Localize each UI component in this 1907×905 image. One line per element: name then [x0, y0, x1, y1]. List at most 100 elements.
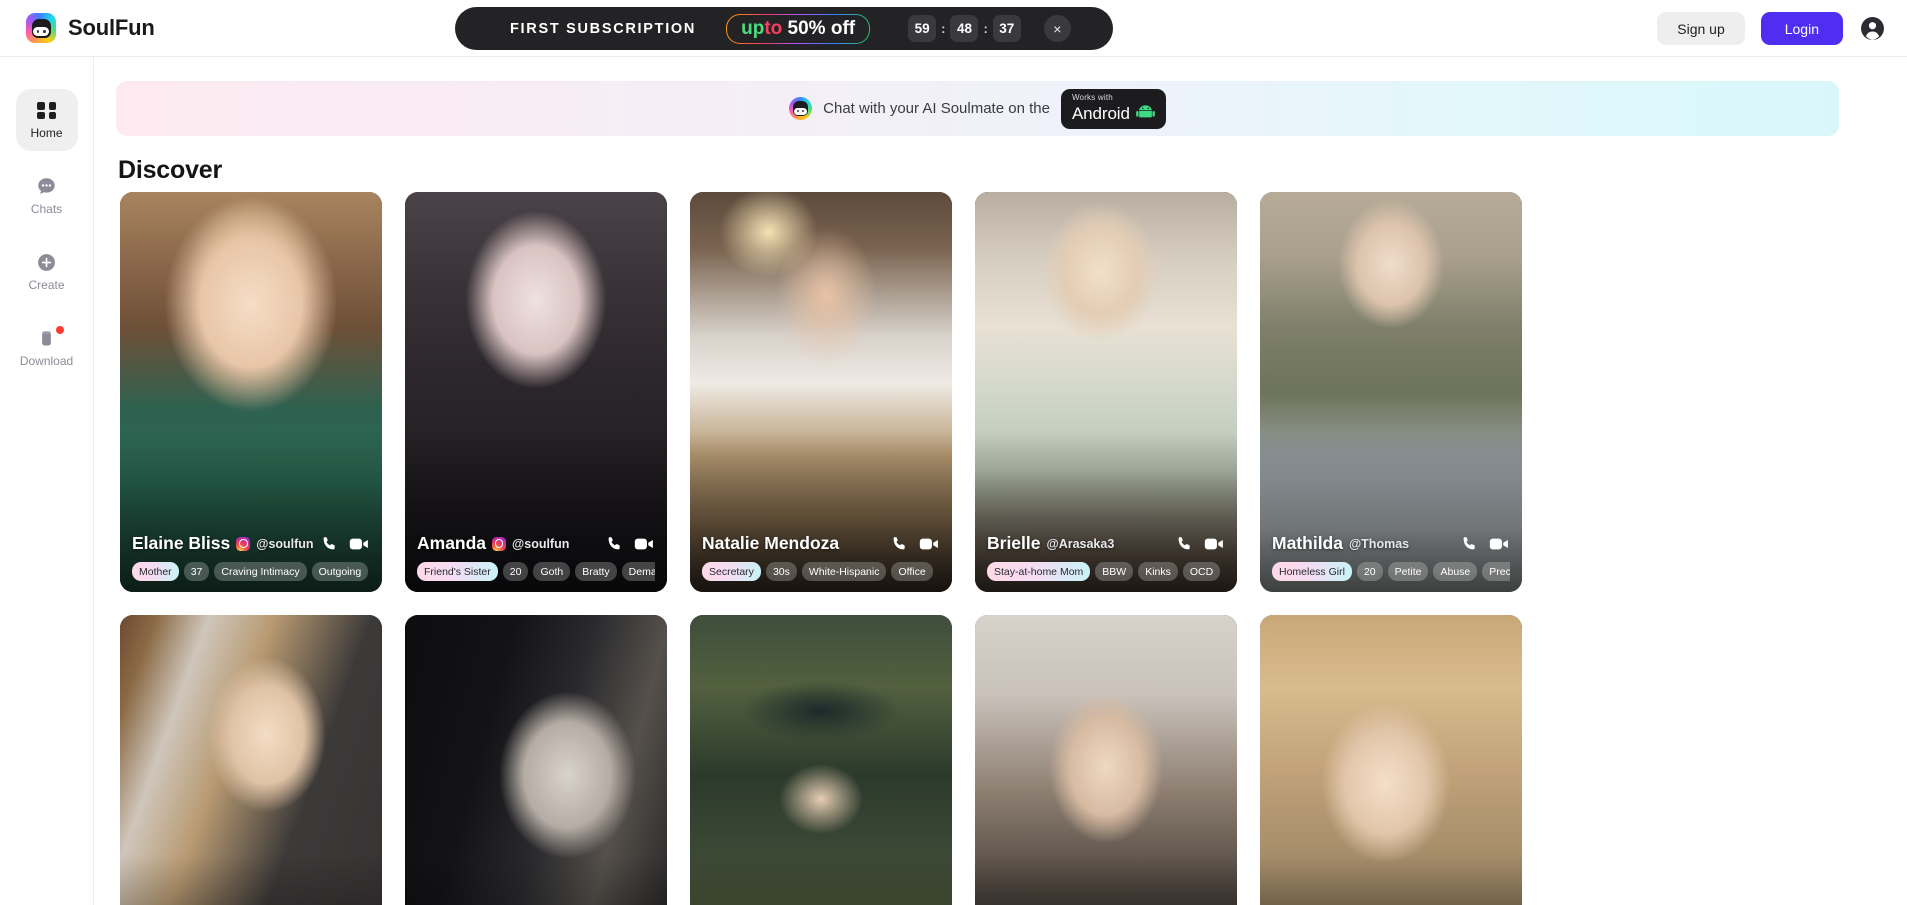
- card-info: Brielle @Arasaka3 Stay-at-home Mom BBW K…: [975, 533, 1237, 581]
- tag: Outgoing: [311, 562, 369, 581]
- tag-primary: Homeless Girl: [1272, 562, 1352, 581]
- character-tags: Secretary 30s White-Hispanic Office: [702, 562, 940, 581]
- character-name: Mathilda: [1272, 533, 1343, 553]
- character-name: Elaine Bliss: [132, 533, 231, 553]
- character-name: Natalie Mendoza: [702, 533, 840, 553]
- character-card[interactable]: Mathilda @Thomas Homeless Girl 20 Petite…: [1260, 192, 1522, 592]
- timer-seconds: 37: [992, 15, 1021, 42]
- sidebar-item-home[interactable]: Home: [15, 89, 78, 151]
- video-camera-icon[interactable]: [1204, 536, 1225, 552]
- character-card[interactable]: [405, 615, 667, 905]
- account-circle-icon[interactable]: [1859, 16, 1885, 42]
- tag-primary: Stay-at-home Mom: [987, 562, 1091, 581]
- promo-banner: FIRST SUBSCRIPTION upto 50% off 59 : 48 …: [455, 7, 1113, 50]
- signup-button[interactable]: Sign up: [1657, 12, 1745, 45]
- tag: Kinks: [1138, 562, 1178, 581]
- card-gradient-overlay: [405, 855, 667, 905]
- tag: Office: [891, 562, 933, 581]
- character-card[interactable]: [120, 615, 382, 905]
- close-promo-button[interactable]: ×: [1043, 15, 1071, 42]
- video-camera-icon[interactable]: [1489, 536, 1510, 552]
- tag: 30s: [765, 562, 797, 581]
- android-badge-name: Android: [1071, 103, 1130, 123]
- tag: 20: [1356, 562, 1383, 581]
- login-button[interactable]: Login: [1760, 12, 1843, 45]
- android-badge-works-with: Works with: [1071, 92, 1113, 102]
- character-handle: @Thomas: [1348, 536, 1410, 551]
- character-card[interactable]: [975, 615, 1237, 905]
- video-camera-icon[interactable]: [919, 536, 940, 552]
- character-tags: Friend's Sister 20 Goth Bratty Demanding…: [417, 562, 655, 581]
- soulfun-robot-logo-icon: [26, 13, 56, 43]
- sidebar-item-download[interactable]: Download: [16, 317, 78, 379]
- character-card[interactable]: Elaine Bliss @soulfun Mother 37 Craving …: [120, 192, 382, 592]
- phone-call-icon[interactable]: [1176, 535, 1193, 552]
- phone-call-icon[interactable]: [1461, 535, 1478, 552]
- video-camera-icon[interactable]: [349, 536, 370, 552]
- sidebar-item-label-create: Create: [28, 278, 65, 292]
- promo-offer-word-up: up: [741, 17, 765, 39]
- tag: BBW: [1095, 562, 1134, 581]
- promo-offer-badge[interactable]: upto 50% off: [726, 14, 870, 44]
- card-info: Amanda @soulfun Friend's Sister 20 Goth …: [405, 533, 667, 581]
- character-handle: @soulfun: [256, 536, 314, 551]
- character-tags: Stay-at-home Mom BBW Kinks OCD: [987, 562, 1225, 581]
- brand-logo-area[interactable]: SoulFun: [26, 13, 155, 43]
- instagram-icon: [492, 536, 507, 551]
- tag-primary: Friend's Sister: [417, 562, 498, 581]
- android-robot-icon: [1136, 104, 1155, 123]
- android-app-promo-banner[interactable]: Chat with your AI Soulmate on the Works …: [116, 81, 1839, 136]
- character-card[interactable]: Amanda @soulfun Friend's Sister 20 Goth …: [405, 192, 667, 592]
- tag: Bratty: [575, 562, 617, 581]
- plus-circle-icon: [36, 252, 57, 273]
- timer-hours: 59: [908, 15, 937, 42]
- sidebar-item-create[interactable]: Create: [16, 241, 78, 303]
- download-app-icon: [36, 328, 57, 349]
- timer-separator-1: :: [941, 21, 946, 36]
- tag: 37: [183, 562, 210, 581]
- chat-bubble-icon: [36, 176, 57, 197]
- sidebar-item-label-chats: Chats: [30, 202, 63, 216]
- tag: Petite: [1387, 562, 1429, 581]
- character-name: Brielle: [987, 533, 1041, 553]
- character-handle: @soulfun: [512, 536, 570, 551]
- phone-call-icon[interactable]: [321, 535, 338, 552]
- character-card[interactable]: [690, 615, 952, 905]
- sidebar-item-chats[interactable]: Chats: [16, 165, 78, 227]
- timer-minutes: 48: [950, 15, 979, 42]
- character-tags: Mother 37 Craving Intimacy Outgoing Fema…: [132, 562, 370, 581]
- sidebar-item-label-download: Download: [19, 354, 74, 368]
- page-title: Discover: [118, 156, 223, 184]
- tag: Abuse: [1433, 562, 1478, 581]
- character-handle: @Arasaka3: [1046, 536, 1115, 551]
- tag: Craving Intimacy: [214, 562, 307, 581]
- character-card[interactable]: [1260, 615, 1522, 905]
- main-content: Chat with your AI Soulmate on the Works …: [94, 57, 1907, 905]
- left-sidebar: Home Chats Create Download: [0, 57, 94, 905]
- card-info: Natalie Mendoza Secretary 30s White-Hisp…: [690, 533, 952, 581]
- character-card-grid: Elaine Bliss @soulfun Mother 37 Craving …: [120, 192, 1880, 905]
- video-camera-icon[interactable]: [634, 536, 655, 552]
- card-gradient-overlay: [120, 855, 382, 905]
- card-gradient-overlay: [1260, 855, 1522, 905]
- tag: 20: [502, 562, 529, 581]
- phone-call-icon[interactable]: [891, 535, 908, 552]
- timer-separator-2: :: [983, 21, 988, 36]
- tag-primary: Mother: [132, 562, 179, 581]
- download-notification-badge: [55, 326, 64, 334]
- top-header-bar: SoulFun FIRST SUBSCRIPTION upto 50% off …: [0, 0, 1907, 57]
- promo-offer-word-to: to: [764, 17, 783, 39]
- instagram-icon: [236, 536, 251, 551]
- card-gradient-overlay: [690, 855, 952, 905]
- tag: White-Hispanic: [801, 562, 887, 581]
- character-tags: Homeless Girl 20 Petite Abuse Precocious…: [1272, 562, 1510, 581]
- character-card[interactable]: Natalie Mendoza Secretary 30s White-Hisp…: [690, 192, 952, 592]
- tag: Demanding: [621, 562, 655, 581]
- android-store-badge[interactable]: Works with Android: [1060, 88, 1166, 129]
- character-card[interactable]: Brielle @Arasaka3 Stay-at-home Mom BBW K…: [975, 192, 1237, 592]
- android-banner-text: Chat with your AI Soulmate on the: [823, 100, 1050, 117]
- card-info: Mathilda @Thomas Homeless Girl 20 Petite…: [1260, 533, 1522, 581]
- promo-title: FIRST SUBSCRIPTION: [510, 20, 697, 37]
- sidebar-item-label-home: Home: [30, 126, 63, 140]
- phone-call-icon[interactable]: [606, 535, 623, 552]
